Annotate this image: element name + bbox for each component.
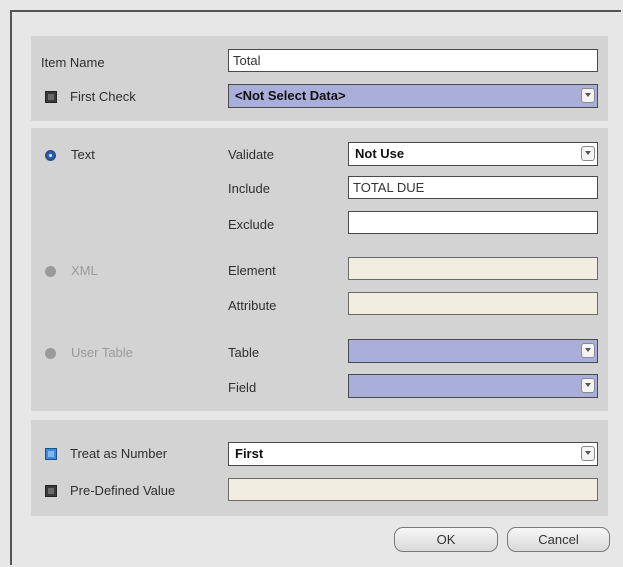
item-name-input[interactable] [228,49,598,72]
cancel-button[interactable]: Cancel [507,527,610,552]
user-table-radio-label: User Table [71,345,133,360]
xml-radio-label: XML [71,263,98,278]
chevron-down-icon[interactable] [581,88,595,103]
pre-defined-value-input[interactable] [228,478,598,501]
xml-radio[interactable] [45,266,56,277]
first-check-label: First Check [70,89,136,104]
include-label: Include [228,181,270,196]
pre-defined-value-label: Pre-Defined Value [70,483,176,498]
attribute-input[interactable] [348,292,598,315]
first-check-checkbox[interactable] [45,91,57,103]
text-radio-label: Text [71,147,95,162]
field-label: Field [228,380,257,395]
pre-defined-value-checkbox[interactable] [45,485,57,497]
field-select[interactable] [348,374,598,398]
treat-as-number-checkbox[interactable] [45,448,57,460]
first-check-select[interactable]: <Not Select Data> [228,84,598,108]
table-label: Table [228,345,260,360]
first-check-select-value: <Not Select Data> [235,88,346,103]
validate-select[interactable]: Not Use [348,142,598,166]
treat-as-number-select[interactable]: First [228,442,598,466]
include-input[interactable] [348,176,598,199]
validate-label: Validate [228,147,275,162]
treat-as-number-label: Treat as Number [70,446,168,461]
treat-as-number-select-value: First [235,446,264,461]
chevron-down-icon[interactable] [581,446,595,461]
validate-select-value: Not Use [355,146,405,161]
chevron-down-icon[interactable] [581,378,595,393]
element-input[interactable] [348,257,598,280]
user-table-radio[interactable] [45,348,56,359]
table-select[interactable] [348,339,598,363]
exclude-label: Exclude [228,217,275,232]
exclude-input[interactable] [348,211,598,234]
number-panel [31,420,608,516]
chevron-down-icon[interactable] [581,343,595,358]
ok-button[interactable]: OK [394,527,498,552]
element-label: Element [228,263,276,278]
attribute-label: Attribute [228,298,277,313]
item-name-label: Item Name [41,55,105,70]
chevron-down-icon[interactable] [581,146,595,161]
text-radio[interactable] [45,150,56,161]
